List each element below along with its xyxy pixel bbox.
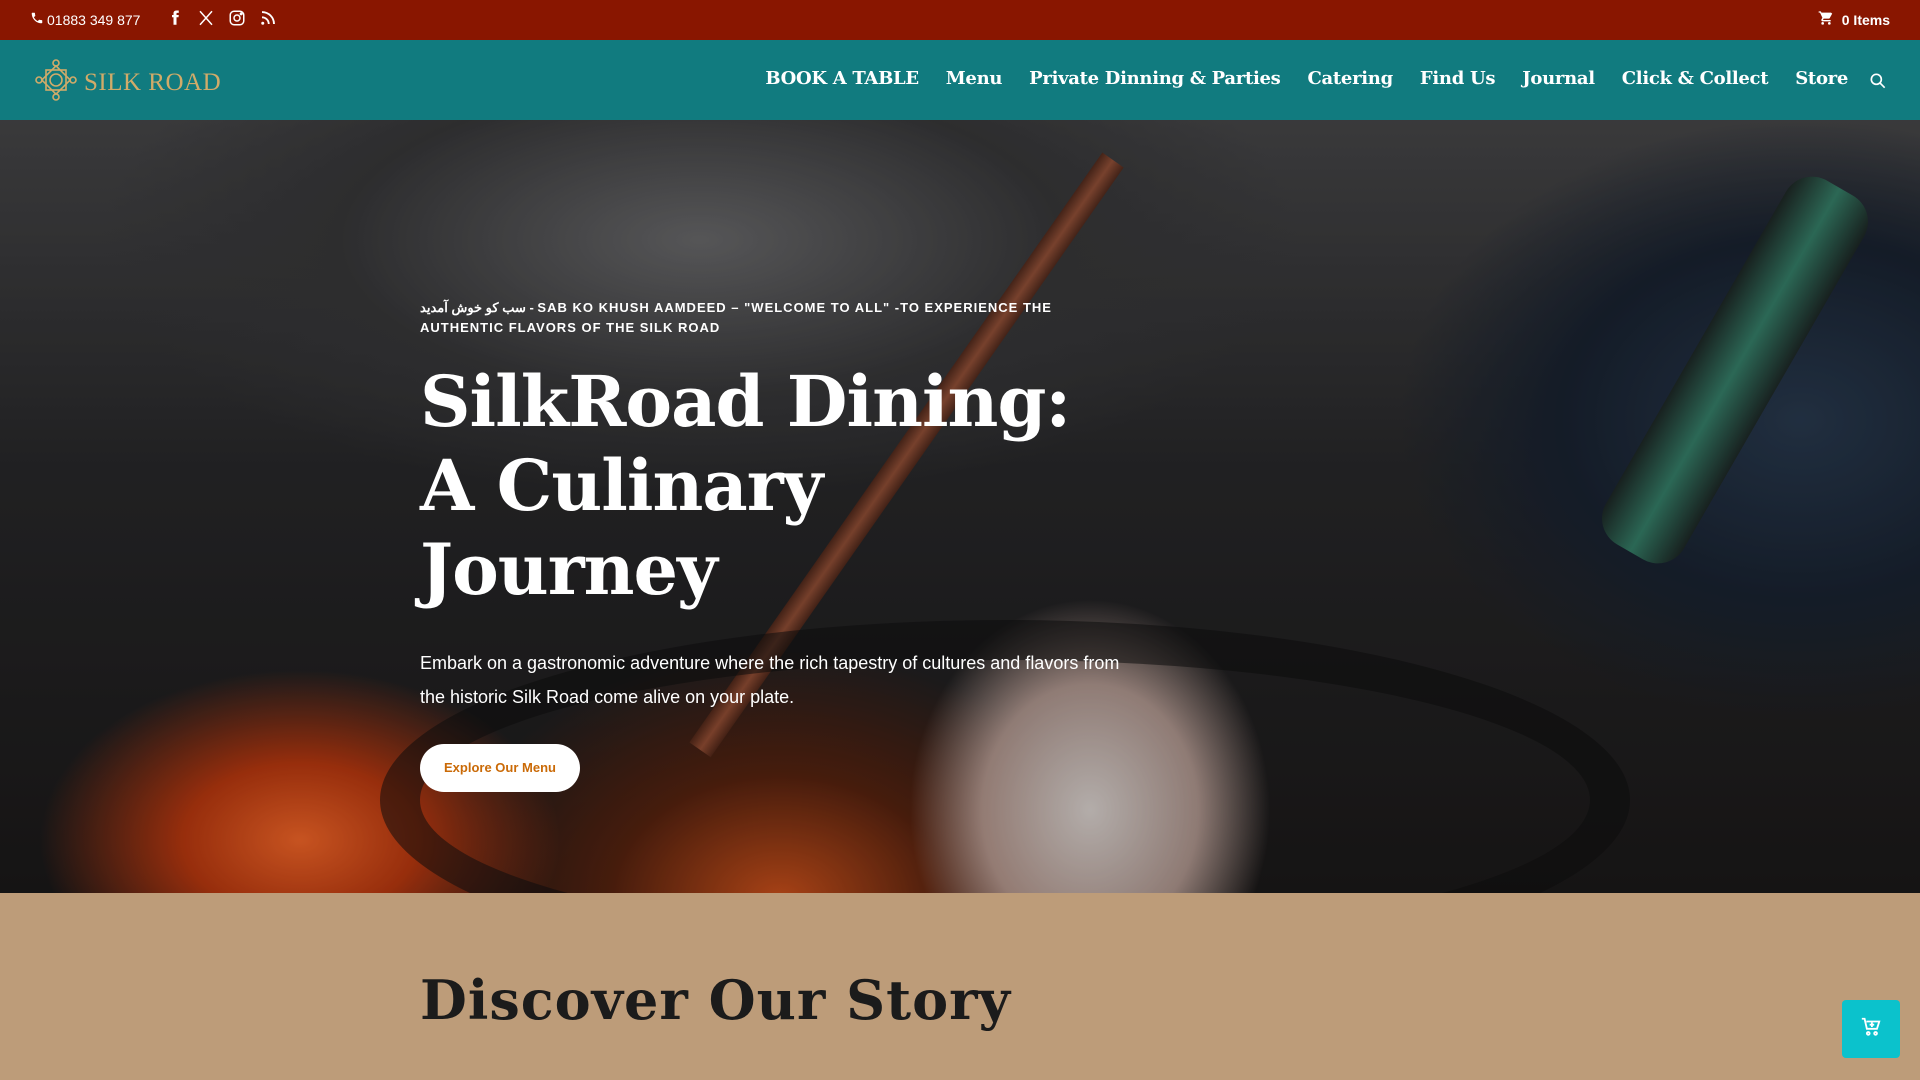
floating-cart-button[interactable] — [1842, 1000, 1900, 1058]
cart-link[interactable]: 0 Items — [1818, 10, 1890, 29]
nav-item-find-us[interactable]: Find Us — [1420, 68, 1496, 89]
nav-item-book-a-table[interactable]: BOOK A TABLE — [765, 68, 919, 89]
main-navigation: SILK ROAD BOOK A TABLE Menu Private Dinn… — [0, 40, 1920, 120]
hero-title: SilkRoad Dining: A Culinary Journey — [420, 360, 1071, 611]
explore-menu-button[interactable]: Explore Our Menu — [420, 744, 580, 792]
nav-menu: BOOK A TABLE Menu Private Dinning & Part… — [765, 68, 1848, 89]
phone-number: 01883 349 877 — [47, 11, 141, 28]
add-to-cart-icon — [1860, 1016, 1882, 1043]
hero-section: سب کو خوش آمدید - SAB KO KHUSH AAMDEED –… — [0, 120, 1920, 893]
nav-item-private-dining[interactable]: Private Dinning & Parties — [1029, 68, 1281, 89]
rss-icon[interactable] — [259, 9, 277, 27]
instagram-icon[interactable] — [228, 9, 246, 27]
nav-item-store[interactable]: Store — [1795, 68, 1848, 89]
story-heading: Discover Our Story — [420, 968, 1011, 1032]
hero-content: سب کو خوش آمدید - SAB KO KHUSH AAMDEED –… — [420, 298, 1140, 792]
nav-item-journal[interactable]: Journal — [1522, 68, 1595, 89]
search-icon — [1868, 73, 1888, 95]
nav-item-catering[interactable]: Catering — [1308, 68, 1394, 89]
phone-icon — [30, 11, 44, 28]
top-bar: 01883 349 877 0 Items — [0, 0, 1920, 40]
logo-emblem-icon — [34, 58, 78, 107]
logo-text: SILK ROAD — [84, 68, 222, 96]
hero-description: Embark on a gastronomic adventure where … — [420, 653, 1120, 707]
facebook-icon[interactable] — [166, 9, 184, 27]
hero-kicker: سب کو خوش آمدید - SAB KO KHUSH AAMDEED –… — [420, 300, 1052, 335]
x-icon[interactable] — [197, 9, 215, 27]
search-button[interactable] — [1868, 71, 1888, 91]
nav-item-click-collect[interactable]: Click & Collect — [1622, 68, 1769, 89]
cart-label: 0 Items — [1841, 11, 1890, 28]
nav-item-menu[interactable]: Menu — [946, 68, 1003, 89]
cart-icon — [1818, 10, 1834, 29]
social-links — [166, 9, 277, 27]
site-logo[interactable]: SILK ROAD — [34, 58, 221, 107]
phone-contact[interactable]: 01883 349 877 — [30, 11, 140, 28]
